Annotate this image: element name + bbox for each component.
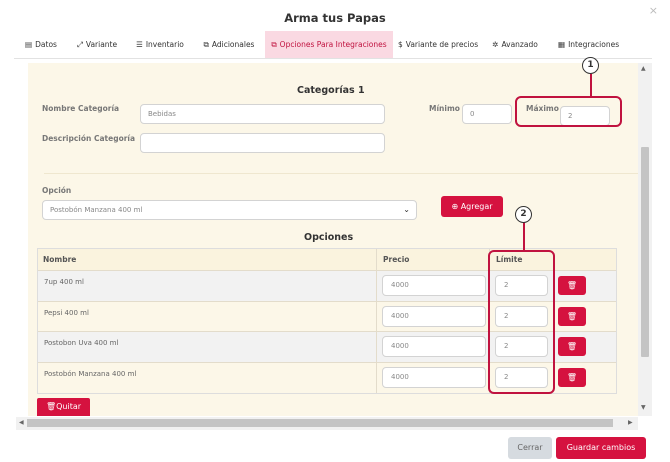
chevron-down-icon: ⌄ [403, 205, 410, 214]
tab-label: Adicionales [211, 40, 255, 49]
plus-circle-icon: ⊕ [451, 202, 459, 211]
trash-icon: 🗑 [566, 311, 578, 321]
tab-inventario[interactable]: ☰ Inventario [134, 31, 186, 58]
gear-icon: ✲ [492, 40, 499, 49]
modal-title: Arma tus Papas [284, 11, 386, 25]
add-option-label: Agregar [460, 202, 493, 211]
callout-number-1: 1 [582, 57, 599, 74]
option-label: Opción [42, 186, 72, 195]
option-name: Postobon Uva 400 ml [44, 339, 119, 347]
trash-icon: 🗑 [566, 372, 578, 382]
tab-label: Integraciones [568, 40, 620, 49]
grid-icon: ▦ [558, 40, 566, 49]
copy-icon: ⧉ [271, 40, 277, 49]
tab-variante-precios[interactable]: $ Variante de precios [398, 31, 479, 58]
options-heading: Opciones [304, 232, 354, 243]
tab-variante[interactable]: ⤢ Variante [74, 31, 120, 58]
scroll-right-icon[interactable]: ▶ [628, 419, 633, 426]
price-input[interactable]: 4000 [382, 275, 486, 296]
min-label: Mínimo [429, 104, 460, 113]
category-description-input[interactable] [140, 133, 385, 153]
option-select[interactable]: Postobón Manzana 400 ml ⌄ [42, 200, 417, 220]
tab-bar: ▤ Datos ⤢ Variante ☰ Inventario ⧉ Adicionale… [0, 31, 670, 58]
delete-row-button[interactable]: 🗑 [558, 276, 586, 295]
col-price: Precio [383, 255, 410, 264]
remove-category-button[interactable]: 🗑Quitar [37, 398, 90, 416]
trash-icon: 🗑 [45, 402, 57, 411]
tab-avanzado[interactable]: ✲ Avanzado [490, 31, 540, 58]
min-input[interactable]: 0 [462, 104, 512, 124]
callout-number-2: 2 [515, 206, 532, 223]
callout-connector [523, 222, 525, 250]
tab-divider [14, 58, 652, 59]
tab-adicionales[interactable]: ⧉ Adicionales [199, 31, 259, 58]
save-changes-button[interactable]: Guardar cambios [556, 437, 646, 459]
tab-integraciones[interactable]: ▦ Integraciones [558, 31, 619, 58]
category-name-label: Nombre Categoría [42, 104, 120, 113]
trash-icon: 🗑 [566, 342, 578, 351]
vertical-scroll-thumb[interactable] [641, 147, 649, 357]
close-button[interactable]: Cerrar [508, 437, 552, 459]
option-name: Pepsi 400 ml [44, 308, 89, 317]
tab-label: Datos [35, 40, 57, 49]
datos-icon: ▤ [25, 40, 33, 49]
tab-datos[interactable]: ▤ Datos [22, 31, 60, 58]
callout-connector [590, 74, 592, 96]
option-name: Postobón Manzana 400 ml [44, 369, 137, 378]
option-name: 7up 400 ml [44, 278, 84, 286]
scroll-down-icon[interactable]: ▼ [641, 404, 646, 411]
tab-label: Opciones Para Integraciones [279, 40, 387, 49]
vertical-scrollbar[interactable]: ▲ ▼ [638, 63, 652, 416]
delete-row-button[interactable]: 🗑 [558, 367, 586, 387]
remove-category-label: Quitar [56, 402, 82, 411]
dollar-icon: $ [398, 40, 403, 49]
list-icon: ☰ [136, 40, 143, 49]
tab-label: Avanzado [501, 40, 538, 49]
horizontal-scroll-thumb[interactable] [27, 419, 613, 427]
tab-label: Variante de precios [405, 40, 479, 49]
price-input[interactable]: 4000 [382, 366, 486, 388]
column-divider [376, 249, 377, 393]
tab-label: Variante [85, 40, 118, 49]
add-option-button[interactable]: ⊕ Agregar [441, 196, 503, 217]
tab-label: Inventario [145, 40, 184, 49]
delete-row-button[interactable]: 🗑 [558, 337, 586, 356]
callout-limit-box [488, 250, 555, 394]
scroll-left-icon[interactable]: ◀ [19, 419, 24, 426]
section-divider [44, 173, 640, 174]
variante-icon: ⤢ [76, 40, 83, 49]
trash-icon: 🗑 [566, 281, 578, 290]
delete-row-button[interactable]: 🗑 [558, 306, 586, 326]
option-select-value: Postobón Manzana 400 ml [50, 206, 143, 214]
tab-opciones-integraciones[interactable]: ⧉ Opciones Para Integraciones [265, 31, 393, 58]
price-input[interactable]: 4000 [382, 305, 486, 327]
category-name-input[interactable]: Bebidas [140, 104, 385, 124]
col-name: Nombre [43, 255, 77, 264]
copy-icon: ⧉ [203, 40, 209, 49]
category-description-label: Descripción Categoría [42, 134, 136, 143]
scroll-up-icon[interactable]: ▲ [641, 65, 646, 72]
horizontal-scrollbar[interactable]: ◀ ▶ [16, 417, 638, 430]
callout-max-box [515, 96, 622, 127]
price-input[interactable]: 4000 [382, 336, 486, 357]
category-heading: Categorías 1 [297, 85, 365, 96]
